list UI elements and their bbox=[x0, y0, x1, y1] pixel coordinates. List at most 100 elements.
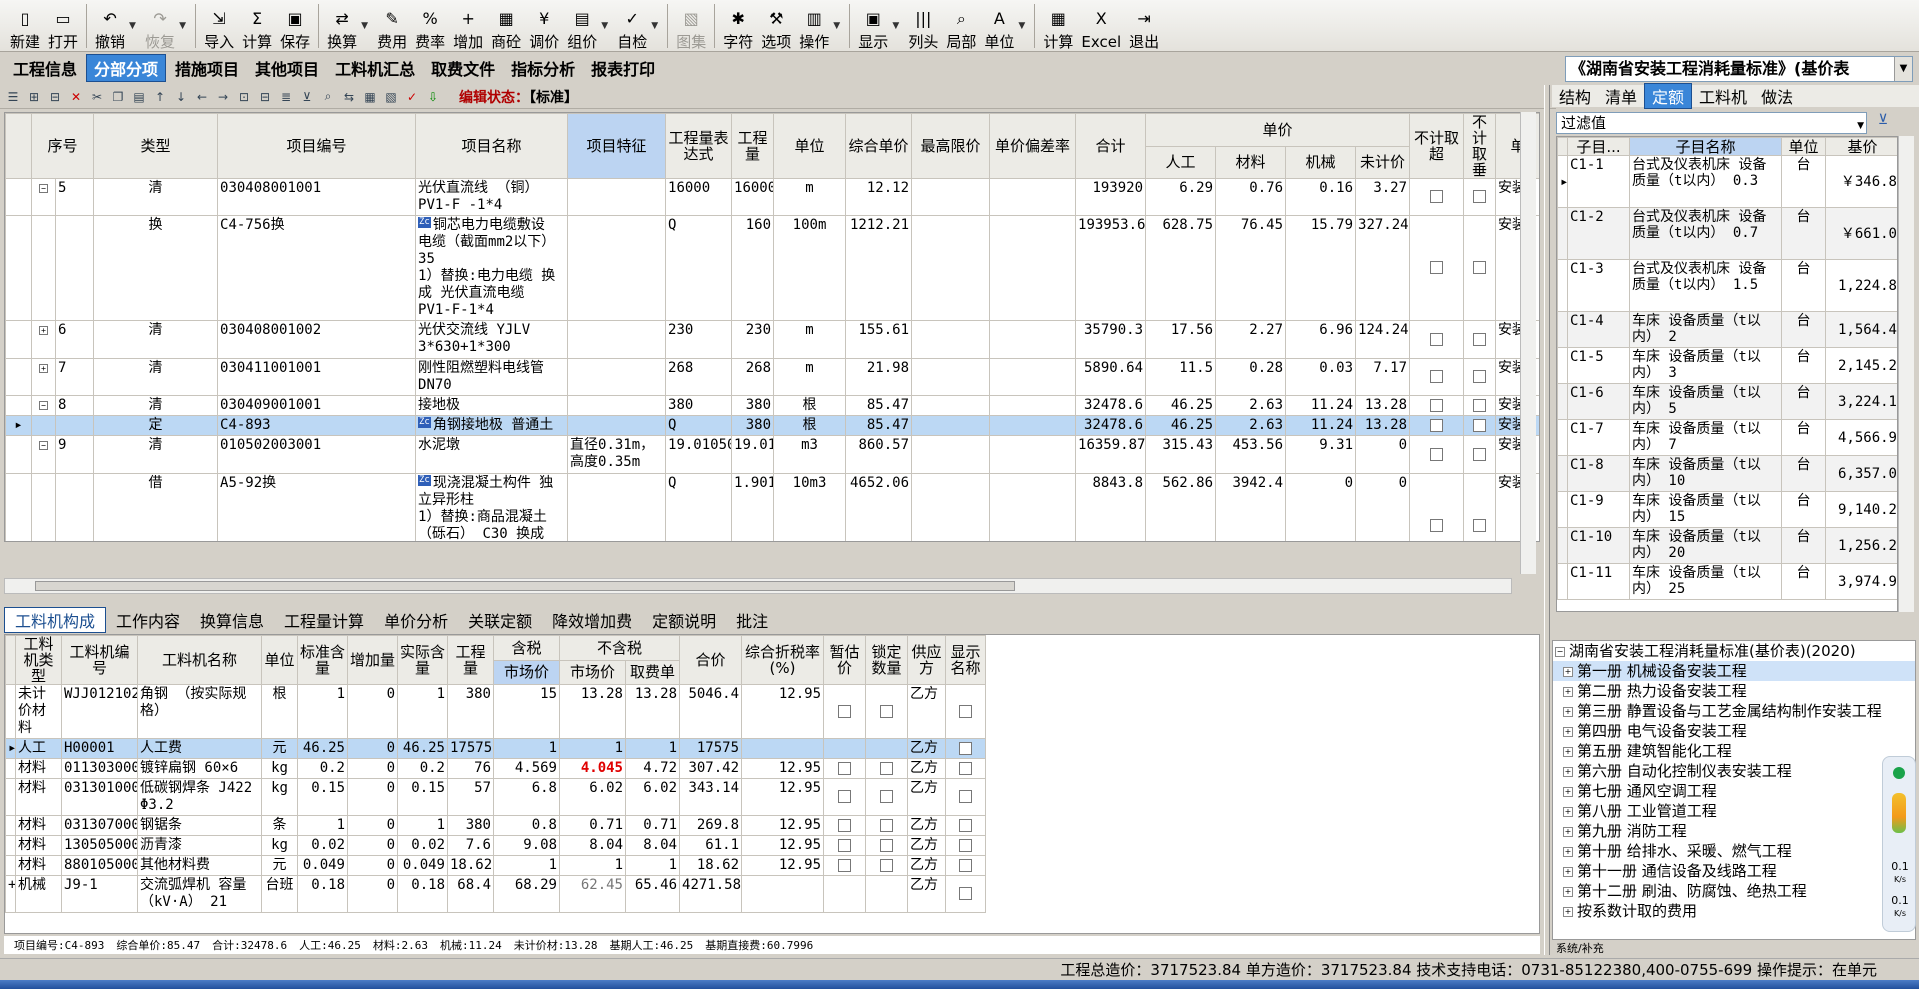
col-code[interactable]: 项目编号 bbox=[217, 113, 417, 179]
row-indicator[interactable] bbox=[1557, 259, 1568, 312]
cell-code[interactable]: 030409001001 bbox=[217, 395, 417, 416]
cell-deviation[interactable] bbox=[989, 435, 1077, 474]
cell-res-qty[interactable]: 380 bbox=[447, 815, 494, 836]
standard-selector[interactable]: 《湖南省安装工程消耗量标准》(基价表 ▼ bbox=[1565, 56, 1913, 82]
checkbox-cell[interactable] bbox=[823, 684, 867, 739]
chevron-down-icon[interactable]: ▼ bbox=[1857, 116, 1864, 136]
col-name[interactable]: 项目名称 bbox=[415, 113, 569, 179]
cell-total[interactable]: 32478.6 bbox=[1075, 415, 1147, 436]
cell-unpriced[interactable]: 7.17 bbox=[1355, 358, 1411, 396]
cell-seq[interactable]: 8 bbox=[54, 395, 95, 416]
cell-res-unit[interactable]: kg bbox=[261, 835, 298, 856]
checkbox-cell[interactable] bbox=[865, 875, 909, 913]
expand-icon[interactable]: + bbox=[1563, 826, 1573, 837]
filter-input[interactable]: 过滤值 ▼ bbox=[1556, 112, 1867, 134]
row-indicator[interactable] bbox=[5, 358, 32, 396]
tree-node[interactable]: + 第十二册 刷油、防腐蚀、绝热工程 bbox=[1553, 881, 1915, 901]
cell-unpriced[interactable]: 327.24 bbox=[1355, 215, 1411, 321]
cell-qty[interactable]: 16000 bbox=[731, 178, 775, 216]
cell-res-code[interactable]: J9-1 bbox=[61, 875, 138, 913]
cell-res-notax-fee[interactable]: 6.02 bbox=[624, 778, 681, 816]
cell-res-qty[interactable]: 57 bbox=[447, 778, 494, 816]
expand-toggle[interactable]: + bbox=[31, 320, 56, 359]
cell-res-supplier[interactable]: 乙方 bbox=[907, 835, 947, 856]
cell-res-notax-market[interactable]: 4.045 bbox=[559, 758, 626, 779]
cell-res-notax-market[interactable]: 0.71 bbox=[559, 815, 626, 836]
cell-res-rate[interactable]: 12.95 bbox=[741, 758, 825, 779]
toolbar-column-header-button[interactable]: ||| 列头 bbox=[904, 1, 942, 52]
detail-tab[interactable]: 批注 bbox=[726, 608, 778, 632]
cell-quota-code[interactable]: C1-3 bbox=[1567, 259, 1630, 312]
cell-name[interactable]: 水泥墩 bbox=[415, 435, 569, 474]
col-res-rate[interactable]: 综合折税率(%) bbox=[741, 635, 825, 685]
paint-icon[interactable]: ▧ bbox=[382, 88, 400, 106]
library-tab[interactable]: 结构 bbox=[1552, 84, 1598, 108]
library-tab[interactable]: 清单 bbox=[1598, 84, 1644, 108]
toolbar-undo-button[interactable]: ↶ 撤销 bbox=[91, 1, 129, 52]
cell-res-notax-market[interactable]: 1 bbox=[559, 855, 626, 876]
cell-machine[interactable]: 11.24 bbox=[1285, 395, 1357, 416]
expand-icon[interactable]: + bbox=[1563, 786, 1573, 797]
cell-code[interactable]: 010502003001 bbox=[217, 435, 417, 474]
checkbox-cell[interactable] bbox=[1409, 395, 1465, 416]
col-seq[interactable]: 序号 bbox=[30, 113, 95, 179]
cell-quota-unit[interactable]: 台 bbox=[1781, 383, 1826, 420]
cell-name[interactable]: 接地极 bbox=[415, 395, 569, 416]
expand-toggle-icon[interactable]: − bbox=[39, 440, 48, 450]
dropdown-arrow-icon[interactable]: ▼ bbox=[179, 21, 191, 31]
row-indicator[interactable] bbox=[5, 758, 16, 779]
cell-expr[interactable]: 19.010502 bbox=[665, 435, 733, 474]
cell-res-total[interactable]: 5046.4 bbox=[679, 684, 743, 739]
tree-root[interactable]: − 湖南省安装工程消耗量标准(基价表)(2020) bbox=[1553, 641, 1915, 661]
cell-res-tax-market[interactable]: 68.29 bbox=[493, 875, 560, 913]
toolbar-new-file-button[interactable]: ▯ 新建 bbox=[6, 1, 44, 52]
quota-row[interactable]: C1-5 车床 设备质量（t以内） 3 台 2,145.2 bbox=[1557, 347, 1897, 384]
module-tab[interactable]: 其他项目 bbox=[248, 55, 326, 81]
module-tab[interactable]: 措施项目 bbox=[168, 55, 246, 81]
insert-row-icon[interactable]: ⊞ bbox=[25, 88, 43, 106]
toolbar-exit-button[interactable]: ⇥ 退出 bbox=[1125, 1, 1163, 52]
col-res-lock[interactable]: 锁定数量 bbox=[865, 635, 909, 685]
checkbox-cell[interactable] bbox=[1463, 178, 1497, 216]
cell-quota-unit[interactable]: 台 bbox=[1781, 491, 1826, 528]
expand-icon[interactable]: + bbox=[1563, 706, 1573, 717]
expand-toggle-icon[interactable]: − bbox=[39, 400, 48, 410]
cell-uprice[interactable]: 1212.21 bbox=[845, 215, 913, 321]
checkbox[interactable] bbox=[959, 704, 973, 718]
cell-feature[interactable] bbox=[567, 358, 667, 396]
cell-code[interactable]: A5-92换 bbox=[217, 473, 417, 541]
cell-maxprice[interactable] bbox=[911, 435, 991, 474]
module-tab[interactable]: 取费文件 bbox=[424, 55, 502, 81]
toolbar-rate-button[interactable]: % 费率 bbox=[411, 1, 449, 52]
cell-qty[interactable]: 1.9010 bbox=[731, 473, 775, 541]
expand-icon[interactable]: + bbox=[1563, 726, 1573, 737]
cell-labor[interactable]: 562.86 bbox=[1145, 473, 1217, 541]
cell-res-qty[interactable]: 18.62 bbox=[447, 855, 494, 876]
row-indicator[interactable]: ▸ bbox=[5, 415, 32, 436]
cell-res-unit[interactable]: kg bbox=[261, 778, 298, 816]
checkbox-cell[interactable] bbox=[823, 778, 867, 816]
cell-res-add[interactable]: 0 bbox=[347, 684, 398, 739]
expand-icon[interactable]: + bbox=[1563, 866, 1573, 877]
quota-row[interactable]: ▸C1-1台式及仪表机床 设备质量（t以内） 0.3台￥346.8 bbox=[1557, 155, 1897, 208]
module-tab[interactable]: 报表打印 bbox=[584, 55, 662, 81]
cell-res-supplier[interactable]: 乙方 bbox=[907, 855, 947, 876]
toolbar-fee-button[interactable]: ✎ 费用 bbox=[373, 1, 411, 52]
checkbox[interactable] bbox=[1430, 519, 1444, 532]
cell-res-actual[interactable]: 0.15 bbox=[397, 778, 448, 816]
items-row[interactable]: −9 清 010502003001 水泥墩 直径0.31m，高度0.35m 19.0105… bbox=[5, 435, 1539, 474]
cell-material[interactable]: 0.76 bbox=[1215, 178, 1287, 216]
checkbox-cell[interactable] bbox=[945, 778, 987, 816]
checkbox-cell[interactable] bbox=[945, 738, 987, 759]
insert-child-icon[interactable]: ⊟ bbox=[46, 88, 64, 106]
arrow-down-icon[interactable]: ↓ bbox=[172, 88, 190, 106]
checkbox-cell[interactable] bbox=[1463, 358, 1497, 396]
replace-icon[interactable]: ⇆ bbox=[340, 88, 358, 106]
quota-vertical-scrollbar[interactable] bbox=[1898, 136, 1914, 612]
resource-row[interactable]: ▸人工H00001人工费元46.25046.251757511117575乙方 bbox=[5, 738, 987, 759]
items-vertical-scrollbar[interactable] bbox=[1520, 112, 1536, 574]
cell-labor[interactable]: 46.25 bbox=[1145, 395, 1217, 416]
row-indicator[interactable] bbox=[5, 178, 32, 216]
cell-unit[interactable]: 10m3 bbox=[773, 473, 847, 541]
cell-res-notax-fee[interactable]: 1 bbox=[624, 738, 681, 759]
